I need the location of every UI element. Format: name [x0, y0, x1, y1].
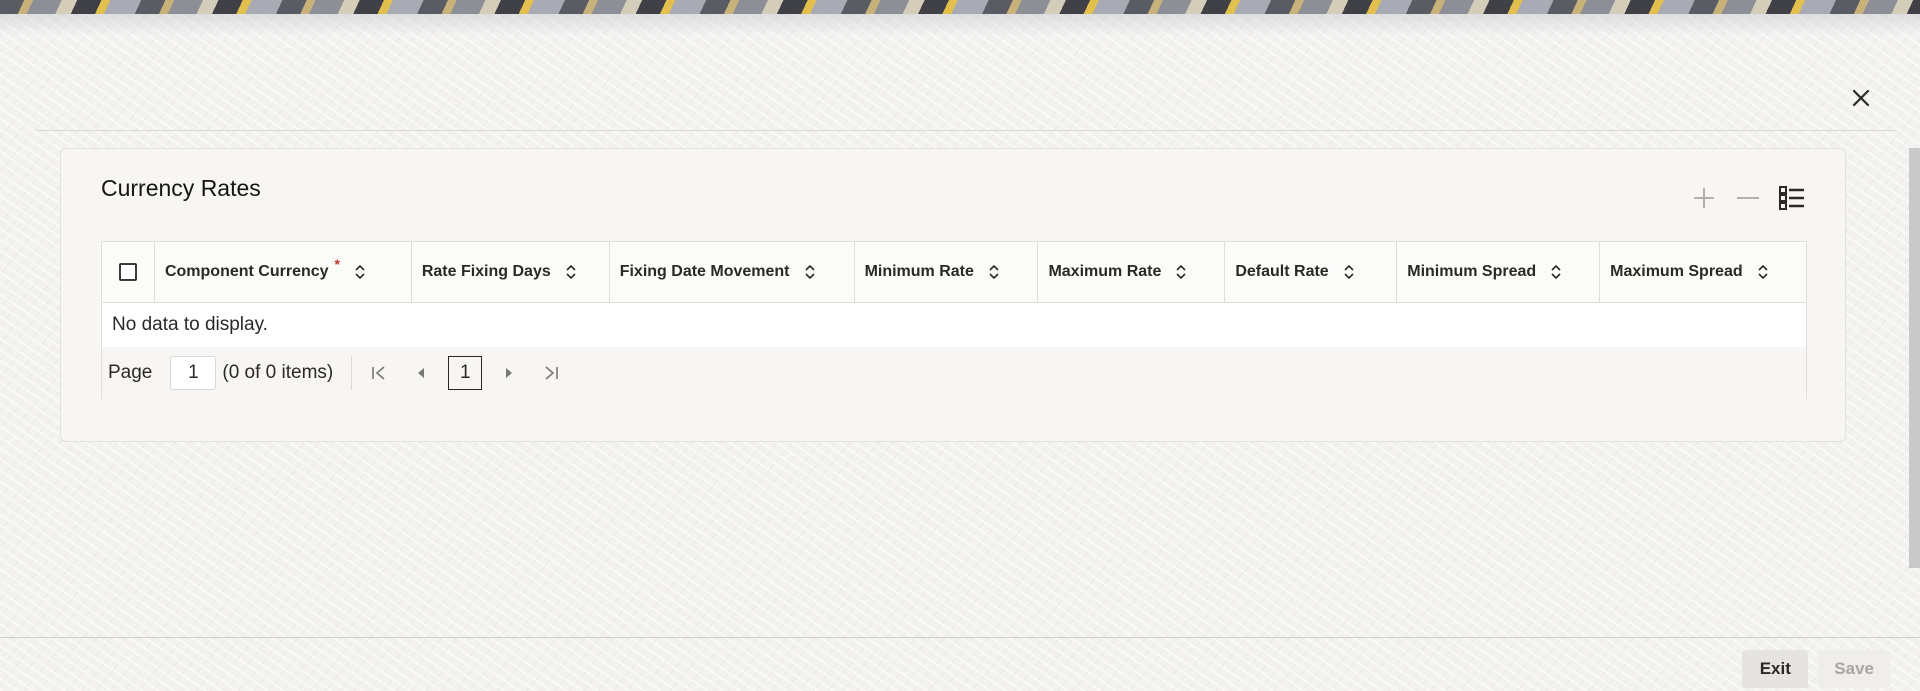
current-page-button[interactable]: 1: [448, 356, 483, 390]
sort-icon[interactable]: [804, 264, 816, 280]
pagination: Page 1 (0 of 0 items) 1: [102, 347, 1806, 399]
next-page-icon[interactable]: [488, 356, 530, 390]
column-header-minimum-rate[interactable]: Minimum Rate: [855, 242, 1039, 302]
column-header-minimum-spread[interactable]: Minimum Spread: [1397, 242, 1601, 302]
items-summary: (0 of 0 items): [222, 362, 334, 383]
column-label: Minimum Rate: [864, 263, 974, 280]
plus-icon[interactable]: [1691, 185, 1717, 211]
sort-icon[interactable]: [565, 264, 577, 280]
column-header-maximum-spread[interactable]: Maximum Spread: [1600, 242, 1806, 302]
required-marker: *: [334, 256, 340, 272]
first-page-icon[interactable]: [358, 356, 400, 390]
column-label: Component Currency: [164, 263, 329, 280]
sort-icon[interactable]: [1757, 264, 1769, 280]
page-number-input[interactable]: 1: [170, 356, 217, 390]
column-label: Fixing Date Movement: [619, 263, 790, 280]
header-divider: [36, 130, 1896, 131]
close-icon[interactable]: [1847, 84, 1875, 112]
column-label: Rate Fixing Days: [421, 263, 551, 280]
sort-icon[interactable]: [988, 264, 1000, 280]
vertical-scrollbar[interactable]: [1909, 148, 1920, 568]
column-label: Maximum Spread: [1610, 263, 1743, 280]
top-banner: [0, 0, 1920, 36]
minus-icon[interactable]: [1735, 185, 1761, 211]
save-button[interactable]: Save: [1818, 650, 1890, 688]
column-header-default-rate[interactable]: Default Rate: [1225, 242, 1398, 302]
pager-divider: [351, 356, 353, 390]
page-label: Page: [108, 362, 153, 383]
previous-page-icon[interactable]: [400, 356, 442, 390]
column-label: Minimum Spread: [1407, 263, 1537, 280]
select-all-checkbox[interactable]: [118, 263, 137, 281]
list-view-icon[interactable]: [1779, 185, 1805, 211]
exit-button[interactable]: Exit: [1742, 650, 1809, 688]
sort-icon[interactable]: [354, 264, 366, 280]
sort-icon[interactable]: [1343, 264, 1355, 280]
currency-rates-panel: Currency Rates Component Currency * Rate…: [60, 148, 1846, 442]
footer-actions: Exit Save: [1742, 650, 1890, 688]
column-header-component-currency[interactable]: Component Currency *: [155, 242, 412, 302]
footer-divider: [0, 637, 1920, 638]
column-header-fixing-date-movement[interactable]: Fixing Date Movement: [610, 242, 855, 302]
sort-icon[interactable]: [1550, 264, 1562, 280]
table-toolbar: [1691, 185, 1805, 211]
column-label: Default Rate: [1235, 263, 1329, 280]
select-all-cell: [102, 242, 155, 302]
column-header-rate-fixing-days[interactable]: Rate Fixing Days: [412, 242, 610, 302]
sort-icon[interactable]: [1175, 264, 1187, 280]
panel-title: Currency Rates: [101, 175, 261, 201]
last-page-icon[interactable]: [530, 356, 572, 390]
currency-rates-table: Component Currency * Rate Fixing Days Fi…: [101, 241, 1807, 399]
column-label: Maximum Rate: [1048, 263, 1162, 280]
table-header: Component Currency * Rate Fixing Days Fi…: [102, 242, 1806, 303]
column-header-maximum-rate[interactable]: Maximum Rate: [1038, 242, 1226, 302]
empty-message: No data to display.: [102, 303, 1806, 347]
